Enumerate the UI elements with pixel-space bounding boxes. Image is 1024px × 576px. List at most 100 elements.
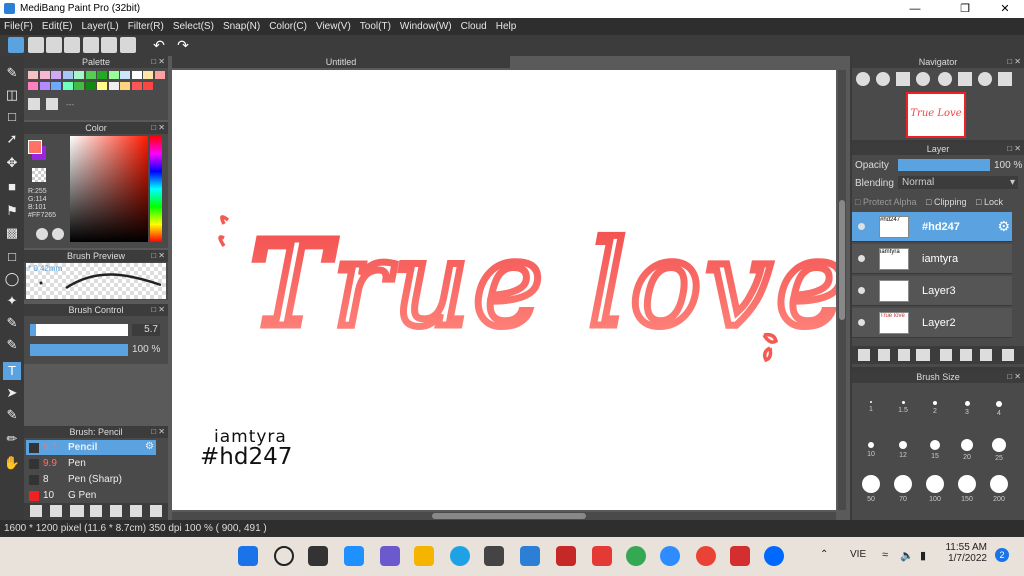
palette-swatch[interactable] [51,71,61,79]
palette-swatch[interactable] [85,71,96,79]
grid-icon[interactable] [120,37,136,53]
visibility-icon[interactable] [858,287,865,294]
brush-size-option[interactable]: 2 [920,389,950,415]
comment-icon[interactable] [46,37,62,53]
volume-icon[interactable]: 🔈 [900,549,914,562]
layer-row-hd247[interactable]: #hd247 #hd247 ⚙ [852,212,1012,242]
brush-item-g-pen[interactable]: 10 G Pen [26,488,156,503]
brush-opacity-slider[interactable] [30,344,128,356]
color-wheel-icon[interactable] [36,228,48,240]
palette-swatch[interactable] [39,71,50,79]
palette-swatch[interactable] [154,71,165,79]
palette-swatch[interactable] [108,82,119,90]
layer-row-layer3[interactable]: Layer3 [852,276,1012,306]
brush-size-option[interactable]: 15 [920,431,950,460]
layer-name[interactable]: Layer2 [922,317,956,329]
palette-swatch[interactable] [28,82,38,90]
brush-checkbox[interactable] [29,459,39,469]
visibility-icon[interactable] [858,255,865,262]
brush-folder-icon[interactable] [110,505,122,517]
magic-wand-icon[interactable]: ✦ [3,292,21,310]
palette-swatch[interactable] [85,82,96,90]
brush-size-option[interactable]: 10 [856,431,886,458]
message-icon[interactable] [64,37,80,53]
brush-item-pen-sharp[interactable]: 8 Pen (Sharp) [26,472,156,487]
vertical-scrollbar[interactable] [838,70,846,510]
brush-size-option[interactable]: 200 [984,473,1014,503]
color-sv-picker[interactable] [70,136,148,242]
zoom-out-icon[interactable] [916,72,930,86]
zalo-icon[interactable] [764,546,784,566]
store-icon[interactable] [484,546,504,566]
brush-checkbox[interactable] [29,443,39,453]
duplicate-layer-icon[interactable] [960,349,972,361]
redo-icon[interactable]: ↷ [174,37,192,53]
notification-badge[interactable]: 2 [995,548,1009,562]
undo-icon[interactable]: ↶ [150,37,168,53]
language-indicator[interactable]: VIE [850,549,866,560]
palette-swatch[interactable] [62,71,73,79]
palette-swatch[interactable] [108,71,119,79]
zoom-in-alt-icon[interactable] [876,72,890,86]
move-tool-icon[interactable]: ✥ [3,154,21,172]
chrome-icon[interactable] [626,546,646,566]
wifi-icon[interactable]: ≈ [882,549,888,561]
palette-swatch[interactable] [39,82,50,90]
menu-filter[interactable]: Filter(R) [128,21,164,32]
menu-color[interactable]: Color(C) [269,21,307,32]
lasso-tool-icon[interactable]: ◯ [3,270,21,288]
panel-close-icon[interactable]: □ ✕ [1007,143,1021,155]
line-tool-icon[interactable]: ➚ [3,130,21,148]
color-settings-icon[interactable] [52,228,64,240]
brush-size-option[interactable]: 150 [952,473,982,503]
new-8bit-layer-icon[interactable] [898,349,910,361]
hue-slider[interactable] [150,136,162,242]
share-icon[interactable] [28,37,44,53]
brush-item-pen[interactable]: 9.9 Pen [26,456,156,471]
panel-close-icon[interactable]: □ ✕ [1007,371,1021,383]
brush-size-option[interactable]: 100 [920,473,950,503]
menu-edit[interactable]: Edit(E) [42,21,73,32]
hand-tool-icon[interactable]: ✋ [3,454,21,472]
palette-swatch[interactable] [74,82,84,90]
canvas-paper[interactable]: True love iamtyra #hd247 [172,70,849,510]
close-icon[interactable]: ✕ [990,2,1020,16]
mcafee-icon[interactable] [556,546,576,566]
brush-size-option[interactable]: 70 [888,473,918,503]
palette-swatch[interactable] [74,71,84,79]
layer-name[interactable]: #hd247 [922,221,960,233]
select-eraser-icon[interactable]: ✎ [3,336,21,354]
canvas-tab[interactable]: Untitled [172,56,510,68]
menu-snap[interactable]: Snap(N) [223,21,260,32]
pdf-icon[interactable] [592,546,612,566]
brush-size-option[interactable]: 50 [856,473,886,503]
new-folder-icon[interactable] [940,349,952,361]
new-layer-icon[interactable] [858,349,870,361]
brush-size-option[interactable]: 25 [984,431,1014,462]
rectangle-tool-icon[interactable]: □ [3,108,21,126]
navigator-thumbnail[interactable]: True Love [906,92,966,138]
palette-swatch[interactable] [120,82,130,90]
rotate-right-icon[interactable] [978,72,992,86]
fit-icon[interactable] [896,72,910,86]
eyedropper-icon[interactable]: ✏ [3,430,21,448]
new-halftone-layer-icon[interactable] [878,349,890,361]
palette-swatch[interactable] [62,82,73,90]
gear-icon[interactable]: ⚙ [997,218,1010,235]
brush-size-slider[interactable] [30,324,128,336]
palette-swatch[interactable] [131,82,142,90]
brush-size-option[interactable]: 4 [984,389,1014,417]
visibility-icon[interactable] [858,223,865,230]
brush-size-option[interactable]: 12 [888,431,918,459]
brush-size-option[interactable]: 3 [952,389,982,416]
cloud-icon[interactable] [8,37,24,53]
task-view-icon[interactable] [308,546,328,566]
new-brush-icon[interactable] [50,505,62,517]
palette-swatch[interactable] [143,82,153,90]
panel-close-icon[interactable]: □ ✕ [151,250,165,262]
palette-swatch[interactable] [131,71,142,79]
reset-view-icon[interactable] [958,72,972,86]
zoom-icon[interactable] [660,546,680,566]
gear-icon[interactable]: ⚙ [145,441,154,452]
brush-size-option[interactable]: 1 [856,389,886,413]
